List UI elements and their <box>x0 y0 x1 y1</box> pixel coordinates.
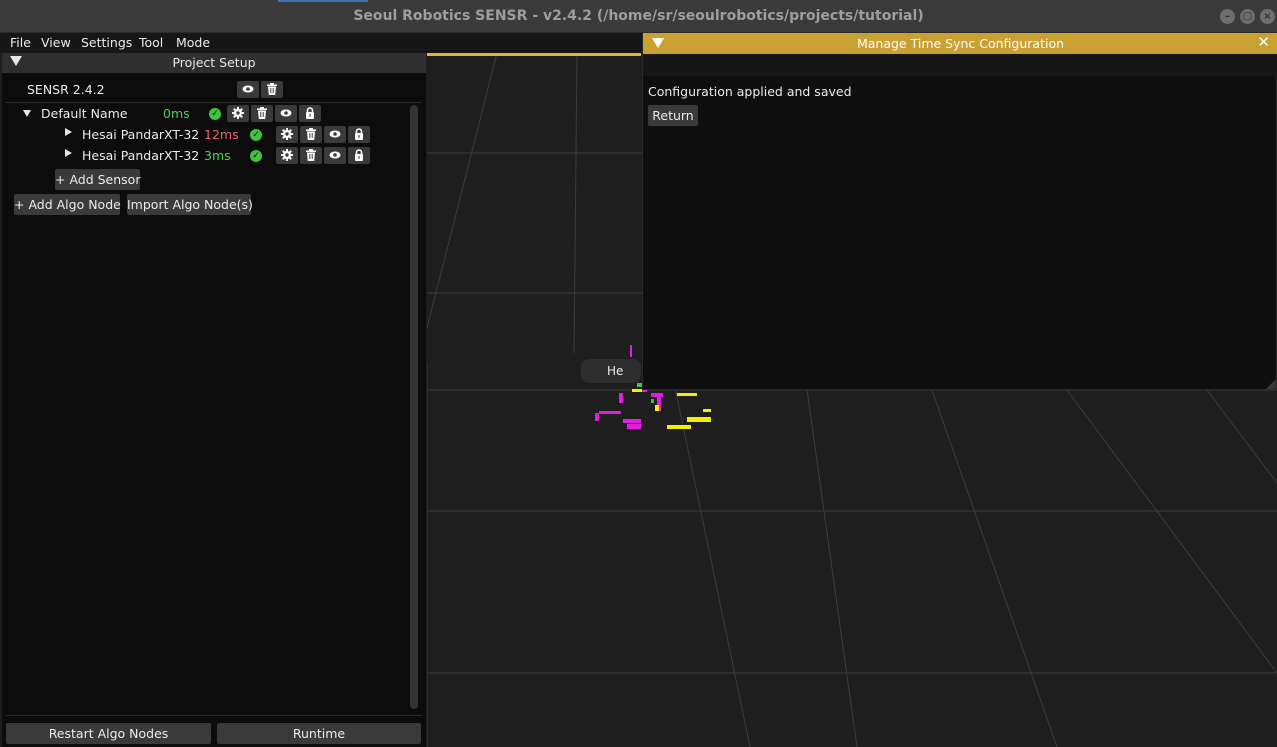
minimize-button[interactable]: – <box>1220 9 1235 24</box>
menu-view[interactable]: View <box>41 35 71 50</box>
modal-header[interactable]: Manage Time Sync Configuration ✕ <box>643 33 1277 54</box>
hover-tooltip-text: Hе <box>607 364 624 378</box>
sensor-delete-button[interactable] <box>300 147 322 164</box>
sensr-version-label: SENSR 2.4.2 <box>27 82 105 97</box>
window-titlebar: Seoul Robotics SENSR - v2.4.2 (/home/sr/… <box>0 0 1277 33</box>
hover-tooltip: Hе <box>581 359 641 383</box>
sensor-latency: 12ms <box>204 127 239 142</box>
project-setup-panel: Project Setup SENSR 2.4.2 Default Name 0… <box>2 53 426 747</box>
gear-icon <box>281 149 293 161</box>
trash-icon <box>306 149 316 161</box>
add-sensor-button[interactable]: + Add Sensor <box>55 169 140 190</box>
lock-icon <box>355 149 363 161</box>
status-ok-icon: ✓ <box>209 108 221 120</box>
divider <box>6 715 422 716</box>
divider <box>6 102 422 103</box>
status-ok-icon: ✓ <box>250 150 262 162</box>
modal-title: Manage Time Sync Configuration <box>856 36 1065 51</box>
modal-message: Configuration applied and saved <box>648 84 852 99</box>
gear-icon <box>281 128 293 140</box>
import-algo-node-button[interactable]: Import Algo Node(s) <box>127 194 253 215</box>
panel-scrollbar-thumb[interactable] <box>410 105 418 709</box>
expand-group-icon[interactable] <box>23 110 31 117</box>
sensor-lock-button[interactable] <box>348 147 370 164</box>
expand-sensor-icon[interactable] <box>65 128 72 136</box>
gear-icon <box>232 107 244 119</box>
close-icon[interactable]: ✕ <box>1257 33 1270 51</box>
expand-sensor-icon[interactable] <box>65 149 72 157</box>
eye-icon <box>329 151 341 159</box>
sensor-lock-button[interactable] <box>348 126 370 143</box>
group-lock-button[interactable] <box>299 105 321 122</box>
menu-settings[interactable]: Settings <box>81 35 132 50</box>
group-name[interactable]: Default Name <box>41 106 128 121</box>
delete-project-button[interactable] <box>261 81 283 98</box>
close-window-button[interactable]: × <box>1260 9 1275 24</box>
trash-icon <box>306 128 316 140</box>
runtime-button[interactable]: Runtime <box>217 723 421 744</box>
modal-toolbar-strip <box>643 54 1277 76</box>
window-title: Seoul Robotics SENSR - v2.4.2 (/home/sr/… <box>353 8 924 24</box>
lock-icon <box>306 107 314 119</box>
menu-file[interactable]: File <box>10 35 31 50</box>
project-setup-header[interactable]: Project Setup <box>2 53 426 73</box>
menu-mode[interactable]: Mode <box>176 35 210 50</box>
trash-icon <box>257 107 267 119</box>
eye-icon <box>329 130 341 138</box>
menu-tool[interactable]: Tool <box>139 35 163 50</box>
trash-icon <box>267 83 277 95</box>
group-view-button[interactable] <box>275 105 297 122</box>
group-settings-button[interactable] <box>227 105 249 122</box>
project-setup-title: Project Setup <box>172 55 256 70</box>
viewport-accent-line <box>427 53 641 56</box>
add-algo-node-button[interactable]: + Add Algo Node <box>14 194 121 215</box>
eye-icon <box>280 109 292 117</box>
return-button[interactable]: Return <box>648 105 698 126</box>
group-delete-button[interactable] <box>251 105 273 122</box>
sensor-name[interactable]: Hesai PandarXT-32 <box>82 148 199 163</box>
resize-grip-icon[interactable] <box>1266 379 1276 389</box>
group-latency: 0ms <box>163 106 190 121</box>
eye-icon <box>242 85 254 93</box>
restart-algo-nodes-button[interactable]: Restart Algo Nodes <box>6 723 211 744</box>
sensor-delete-button[interactable] <box>300 126 322 143</box>
sensor-settings-button[interactable] <box>276 126 298 143</box>
maximize-button[interactable]: □ <box>1240 9 1255 24</box>
status-ok-icon: ✓ <box>250 129 262 141</box>
sensor-view-button[interactable] <box>324 147 346 164</box>
titlebar-accent <box>278 0 368 2</box>
time-sync-modal: Manage Time Sync Configuration ✕ Configu… <box>642 32 1277 390</box>
sensor-settings-button[interactable] <box>276 147 298 164</box>
lock-icon <box>355 128 363 140</box>
view-project-button[interactable] <box>237 81 259 98</box>
sensor-name[interactable]: Hesai PandarXT-32 <box>82 127 199 142</box>
panel-scrollbar[interactable] <box>410 105 418 709</box>
sensor-latency: 3ms <box>204 148 231 163</box>
sensor-view-button[interactable] <box>324 126 346 143</box>
